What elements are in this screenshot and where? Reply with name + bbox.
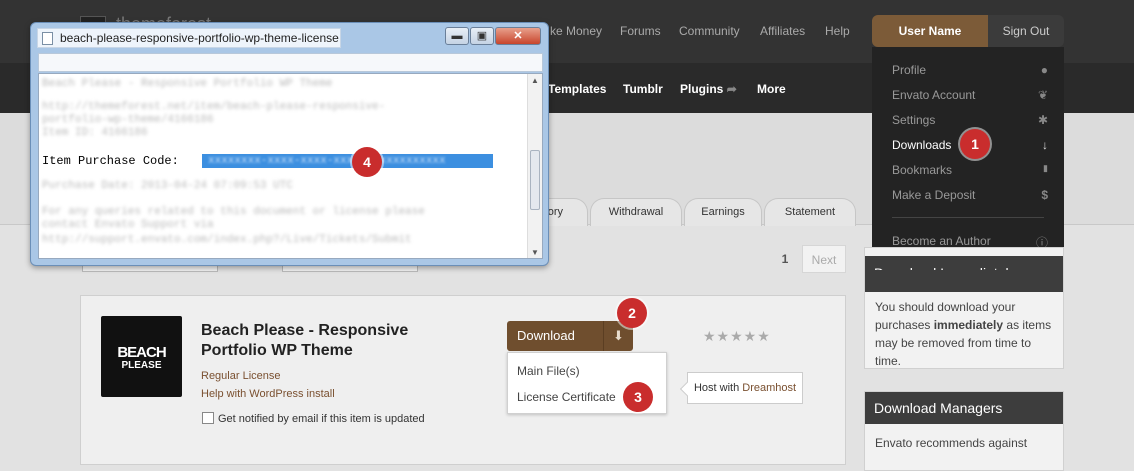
rating-stars[interactable]: ★★★★★ <box>703 328 771 345</box>
thumb-text-2: PLEASE <box>121 360 162 371</box>
dollar-icon: $ <box>1041 188 1048 202</box>
menu-divider <box>892 217 1044 218</box>
menu-item-envato-account[interactable]: Envato Account ❦ <box>892 88 1052 102</box>
window-menubar <box>38 53 543 72</box>
blurred-line: http://themeforest.net/item/beach-please… <box>42 101 386 113</box>
page-current[interactable]: 1 <box>774 245 796 273</box>
tab-statement[interactable]: Statement <box>764 198 856 226</box>
download-managers-box: Download Managers Envato recommends agai… <box>864 391 1064 471</box>
nav-plugins-label: Plugins <box>680 82 724 96</box>
nav-plugins[interactable]: Plugins ➦ <box>680 82 737 96</box>
nav-forums[interactable]: Forums <box>620 24 661 38</box>
blurred-line: Purchase Date: 2013-04-24 07:09:53 UTC <box>42 180 293 192</box>
body-emphasis: immediately <box>933 318 1004 332</box>
notify-label: Get notified by email if this item is up… <box>218 413 425 425</box>
host-tooltip: Host with Dreamhost <box>679 372 803 404</box>
document-icon <box>42 32 53 45</box>
step-badge-3: 3 <box>623 382 653 412</box>
scroll-down-icon[interactable]: ▼ <box>528 246 542 258</box>
box-body: You should download your purchases immed… <box>865 292 1063 376</box>
download-button-label: Download <box>517 328 575 343</box>
download-main-files[interactable]: Main File(s) <box>517 364 580 378</box>
tooltip-arrow <box>679 381 695 397</box>
purchase-code-selection[interactable]: xxxxxxxx-xxxx-xxxx-xxxx-xxxxxxxxxxxx <box>202 154 493 168</box>
nav-templates[interactable]: Templates <box>548 82 606 96</box>
nav-more[interactable]: More <box>757 82 786 96</box>
item-thumbnail[interactable]: BEACH PLEASE <box>101 316 182 397</box>
menu-item-bookmarks[interactable]: Bookmarks ▮ <box>892 163 1052 177</box>
menu-label: Bookmarks <box>892 163 953 177</box>
nav-make-money[interactable]: ke Money <box>550 24 602 38</box>
gear-icon: ✱ <box>1037 113 1048 127</box>
step-badge-4: 4 <box>352 147 382 177</box>
menu-item-make-deposit[interactable]: Make a Deposit $ <box>892 188 1052 202</box>
help-install-link[interactable]: Help with WordPress install <box>201 388 335 400</box>
scroll-thumb[interactable] <box>530 150 540 210</box>
leaf-icon: ❦ <box>1037 88 1048 102</box>
license-text-window[interactable]: beach-please-responsive-portfolio-wp-the… <box>30 22 549 266</box>
menu-label: Downloads <box>892 138 952 152</box>
next-page-button[interactable]: Next <box>802 245 846 273</box>
download-arrow-icon: ↓ <box>1042 138 1048 152</box>
tab-earnings[interactable]: Earnings <box>684 198 762 226</box>
blurred-line: Beach Please - Responsive Portfolio WP T… <box>42 78 333 90</box>
blurred-line: contact Envato Support via <box>42 219 214 231</box>
menu-label: Settings <box>892 113 936 127</box>
license-text-area[interactable]: Beach Please - Responsive Portfolio WP T… <box>38 73 543 259</box>
bookmark-icon: ▮ <box>1043 163 1048 173</box>
blurred-line: For any queries related to this document… <box>42 206 425 218</box>
menu-label: Profile <box>892 63 927 77</box>
sign-out-button[interactable]: Sign Out <box>988 15 1064 47</box>
window-title[interactable]: beach-please-responsive-portfolio-wp-the… <box>37 28 341 48</box>
box-header: Download Immediately <box>865 256 1063 292</box>
download-button[interactable]: Download ⬇ <box>507 321 633 351</box>
box-body: Envato recommends against <box>875 436 1028 450</box>
nav-help[interactable]: Help <box>825 24 850 38</box>
thumb-text-1: BEACH <box>117 344 166 361</box>
host-prefix: Host with <box>693 382 743 394</box>
close-button[interactable]: ✕ <box>495 27 541 45</box>
step-badge-1: 1 <box>960 129 990 159</box>
step-badge-2: 2 <box>617 298 647 328</box>
notify-option[interactable]: Get notified by email if this item is up… <box>202 412 425 425</box>
menu-item-settings[interactable]: Settings ✱ <box>892 113 1052 127</box>
nav-community[interactable]: Community <box>679 24 740 38</box>
menu-item-become-author[interactable]: Become an Author ⓘ <box>892 234 1052 250</box>
blurred-line: Item ID: 4166186 <box>42 127 148 139</box>
purchase-code-value: xxxxxxxx-xxxx-xxxx-xxxx-xxxxxxxxxxxx <box>208 155 446 167</box>
blurred-line: http://support.envato.com/index.php?/Liv… <box>42 234 412 246</box>
item-title[interactable]: Beach Please - Responsive Portfolio WP T… <box>201 321 461 361</box>
menu-label: Make a Deposit <box>892 188 976 202</box>
scroll-up-icon[interactable]: ▲ <box>528 74 542 88</box>
blurred-line: portfolio-wp-theme/4166186 <box>42 114 214 126</box>
notify-checkbox[interactable] <box>202 412 214 424</box>
license-link[interactable]: Regular License <box>201 370 281 382</box>
purchase-code-label: Item Purchase Code: <box>42 154 179 168</box>
nav-tumblr[interactable]: Tumblr <box>623 82 663 96</box>
maximize-button[interactable]: ▣ <box>470 27 494 45</box>
menu-label: Become an Author <box>892 234 991 248</box>
box-title: Download Immediately <box>865 256 1063 270</box>
external-arrow-icon: ➦ <box>726 82 737 96</box>
menu-item-profile[interactable]: Profile ● <box>892 63 1052 77</box>
dreamhost-link[interactable]: Dreamhost <box>742 382 796 394</box>
nav-affiliates[interactable]: Affiliates <box>760 24 805 38</box>
user-icon: ● <box>1040 63 1048 77</box>
menu-label: Envato Account <box>892 88 976 102</box>
box-title: Download Managers <box>865 392 1063 424</box>
window-title-text: beach-please-responsive-portfolio-wp-the… <box>60 31 339 45</box>
minimize-button[interactable]: ▬ <box>445 27 469 45</box>
download-immediately-box: Download Immediately You should download… <box>864 247 1064 369</box>
vertical-scrollbar[interactable]: ▲ ▼ <box>527 74 542 258</box>
user-menu-button[interactable]: User Name <box>872 15 988 47</box>
download-license-certificate[interactable]: License Certificate <box>517 390 616 404</box>
tab-withdrawal[interactable]: Withdrawal <box>590 198 682 226</box>
purchase-item-card: BEACH PLEASE Beach Please - Responsive P… <box>80 295 846 465</box>
